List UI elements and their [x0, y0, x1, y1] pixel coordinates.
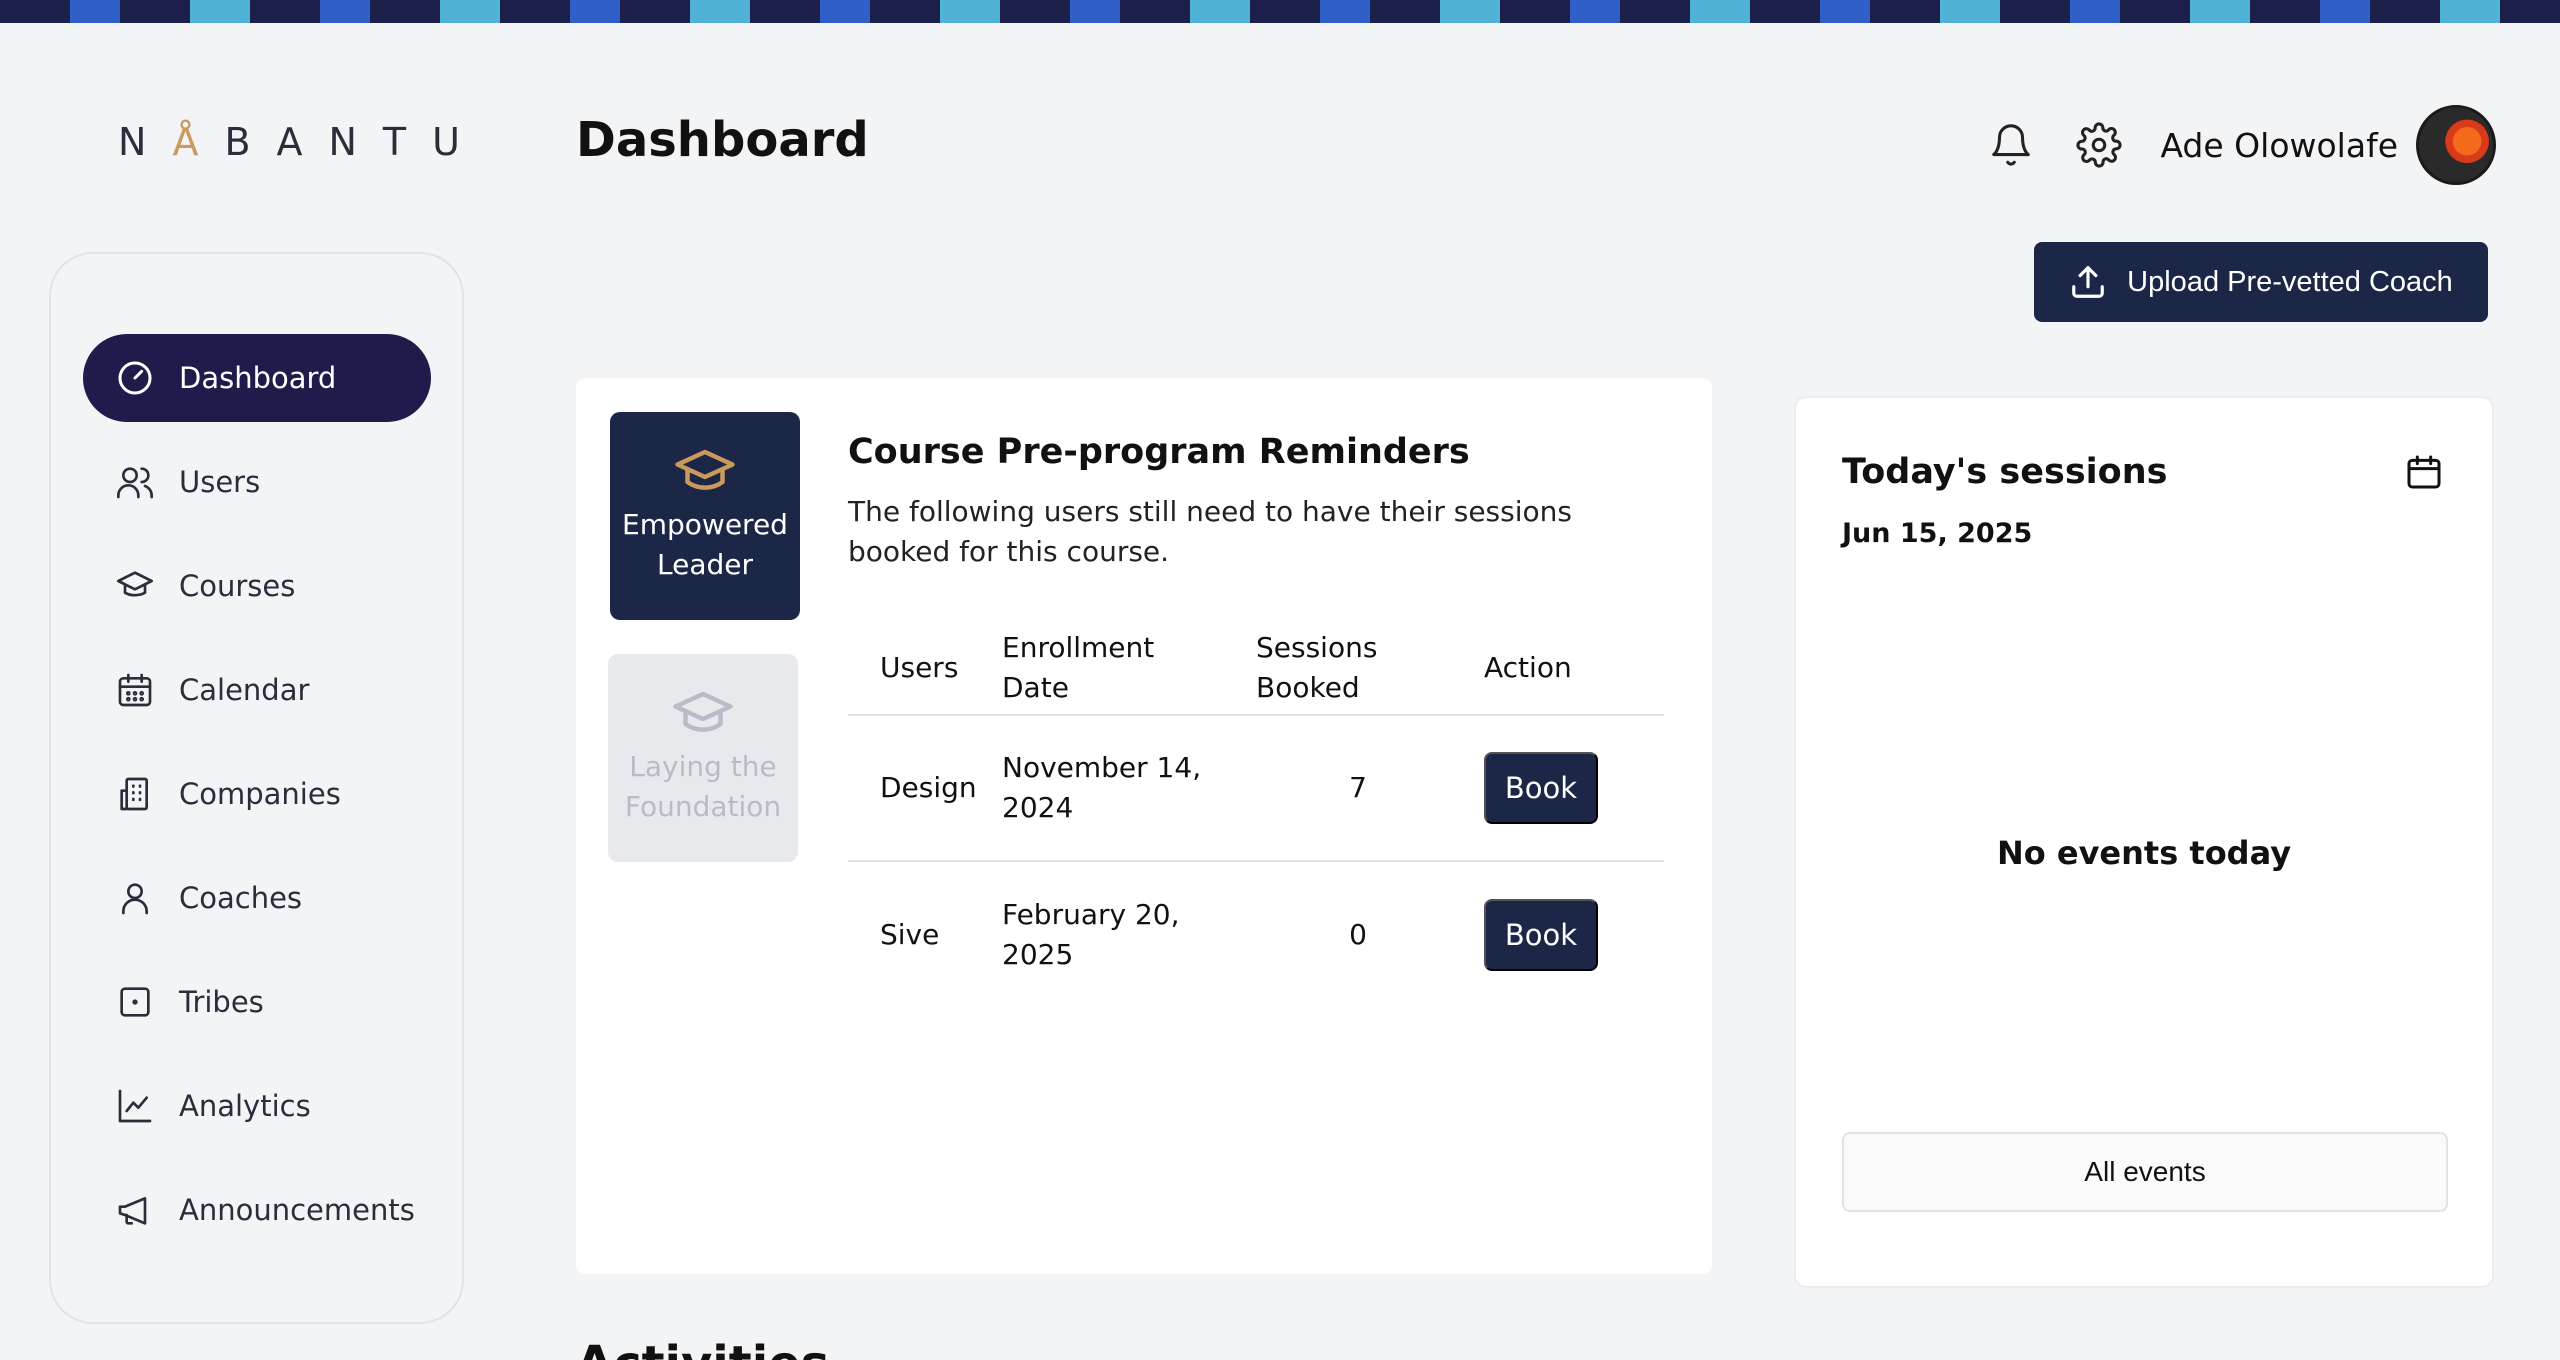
upload-button-label: Upload Pre-vetted Coach	[2127, 265, 2453, 298]
gauge-icon	[118, 361, 152, 395]
sidebar-item-dashboard[interactable]: Dashboard	[83, 334, 431, 422]
avatar[interactable]	[2416, 105, 2496, 185]
user-name[interactable]: Ade Olowolafe	[2160, 126, 2398, 165]
logo-letter: N	[118, 120, 173, 164]
square-dot-icon	[120, 987, 150, 1017]
sidebar-item-label: Courses	[179, 569, 296, 603]
column-header-sessions-booked: Sessions Booked	[1256, 631, 1378, 704]
gear-icon	[2076, 122, 2123, 168]
graduation-cap-icon	[675, 449, 735, 490]
cell-user: Sive	[880, 918, 940, 951]
table-row: Design November 14, 2024 7 Book	[848, 716, 1664, 862]
sidebar-item-label: Companies	[179, 777, 341, 811]
activities-heading: Activities	[576, 1334, 829, 1360]
course-tile-label: Laying the Foundation	[624, 750, 782, 823]
sessions-date: Jun 15, 2025	[1842, 518, 2033, 549]
sidebar-item-label: Users	[179, 465, 261, 499]
no-events-message: No events today	[1996, 834, 2292, 872]
nabantu-logo[interactable]: N Å BANTU	[118, 120, 486, 164]
reminders-table: Users Enrollment Date Sessions Booked Ac…	[848, 622, 1664, 1008]
column-header-users: Users	[880, 651, 959, 684]
cell-user: Design	[880, 771, 977, 804]
page-title: Dashboard	[576, 112, 869, 168]
book-button[interactable]: Book	[1484, 752, 1598, 824]
calendar-icon	[2407, 455, 2441, 489]
user-icon	[122, 883, 148, 915]
sidebar-item-courses[interactable]: Courses	[83, 542, 431, 630]
sidebar: Dashboard Users Courses Calendar Compani…	[49, 252, 464, 1324]
course-tile-laying-the-foundation[interactable]: Laying the Foundation	[608, 654, 798, 862]
sidebar-item-users[interactable]: Users	[83, 438, 431, 526]
sessions-title: Today's sessions	[1842, 452, 2168, 492]
cell-action: Book	[1484, 899, 1664, 971]
sidebar-item-label: Dashboard	[179, 361, 337, 395]
sidebar-item-companies[interactable]: Companies	[83, 750, 431, 838]
top-decorative-banner	[0, 0, 2560, 23]
sidebar-item-label: Announcements	[179, 1193, 415, 1227]
column-header-action: Action	[1484, 651, 1572, 684]
calendar-button[interactable]	[2404, 452, 2444, 496]
table-row: Sive February 20, 2025 0 Book	[848, 862, 1664, 1008]
calendar-icon	[118, 673, 152, 707]
upload-pre-vetted-coach-button[interactable]: Upload Pre-vetted Coach	[2034, 242, 2488, 322]
sidebar-item-coaches[interactable]: Coaches	[83, 854, 431, 942]
book-button[interactable]: Book	[1484, 899, 1598, 971]
building-icon	[120, 777, 148, 811]
cell-enrollment-date: February 20, 2025	[1002, 898, 1180, 971]
sidebar-item-tribes[interactable]: Tribes	[83, 958, 431, 1046]
sidebar-item-label: Calendar	[179, 673, 310, 707]
all-events-button[interactable]: All events	[1842, 1132, 2448, 1212]
sidebar-item-announcements[interactable]: Announcements	[83, 1166, 431, 1254]
sidebar-item-label: Tribes	[179, 985, 264, 1019]
sidebar-item-analytics[interactable]: Analytics	[83, 1062, 431, 1150]
course-tile-empowered-leader[interactable]: Empowered Leader	[610, 412, 800, 620]
bell-icon	[1992, 124, 2031, 166]
sidebar-item-label: Coaches	[179, 881, 303, 915]
sidebar-item-calendar[interactable]: Calendar	[83, 646, 431, 734]
notifications-button[interactable]	[1984, 118, 2038, 172]
course-tile-label: Empowered Leader	[622, 508, 788, 581]
column-header-enrollment-date: Enrollment Date	[1002, 631, 1155, 704]
cell-sessions-booked: 0	[1349, 918, 1367, 951]
logo-accent-letter: Å	[172, 120, 225, 164]
logo-letters: BANTU	[224, 120, 486, 164]
reminders-title: Course Pre-program Reminders	[848, 432, 1470, 472]
graduation-cap-icon	[117, 571, 154, 597]
sidebar-item-label: Analytics	[179, 1089, 311, 1123]
todays-sessions-card: Today's sessions Jun 15, 2025 No events …	[1794, 396, 2494, 1288]
settings-button[interactable]	[2072, 118, 2126, 172]
cell-enrollment-date: November 14, 2024	[1002, 751, 1202, 824]
cell-action: Book	[1484, 752, 1664, 824]
cell-sessions-booked: 7	[1349, 771, 1367, 804]
upload-icon	[2072, 266, 2105, 298]
header-actions: Ade Olowolafe	[1984, 104, 2496, 186]
table-header: Users Enrollment Date Sessions Booked Ac…	[848, 622, 1664, 716]
users-icon	[117, 467, 154, 499]
course-reminders-card: Empowered Leader Laying the Foundation C…	[576, 378, 1712, 1274]
megaphone-icon	[118, 1197, 147, 1225]
line-chart-icon	[118, 1089, 152, 1123]
reminders-description: The following users still need to have t…	[848, 495, 1572, 568]
graduation-cap-icon	[673, 691, 733, 732]
